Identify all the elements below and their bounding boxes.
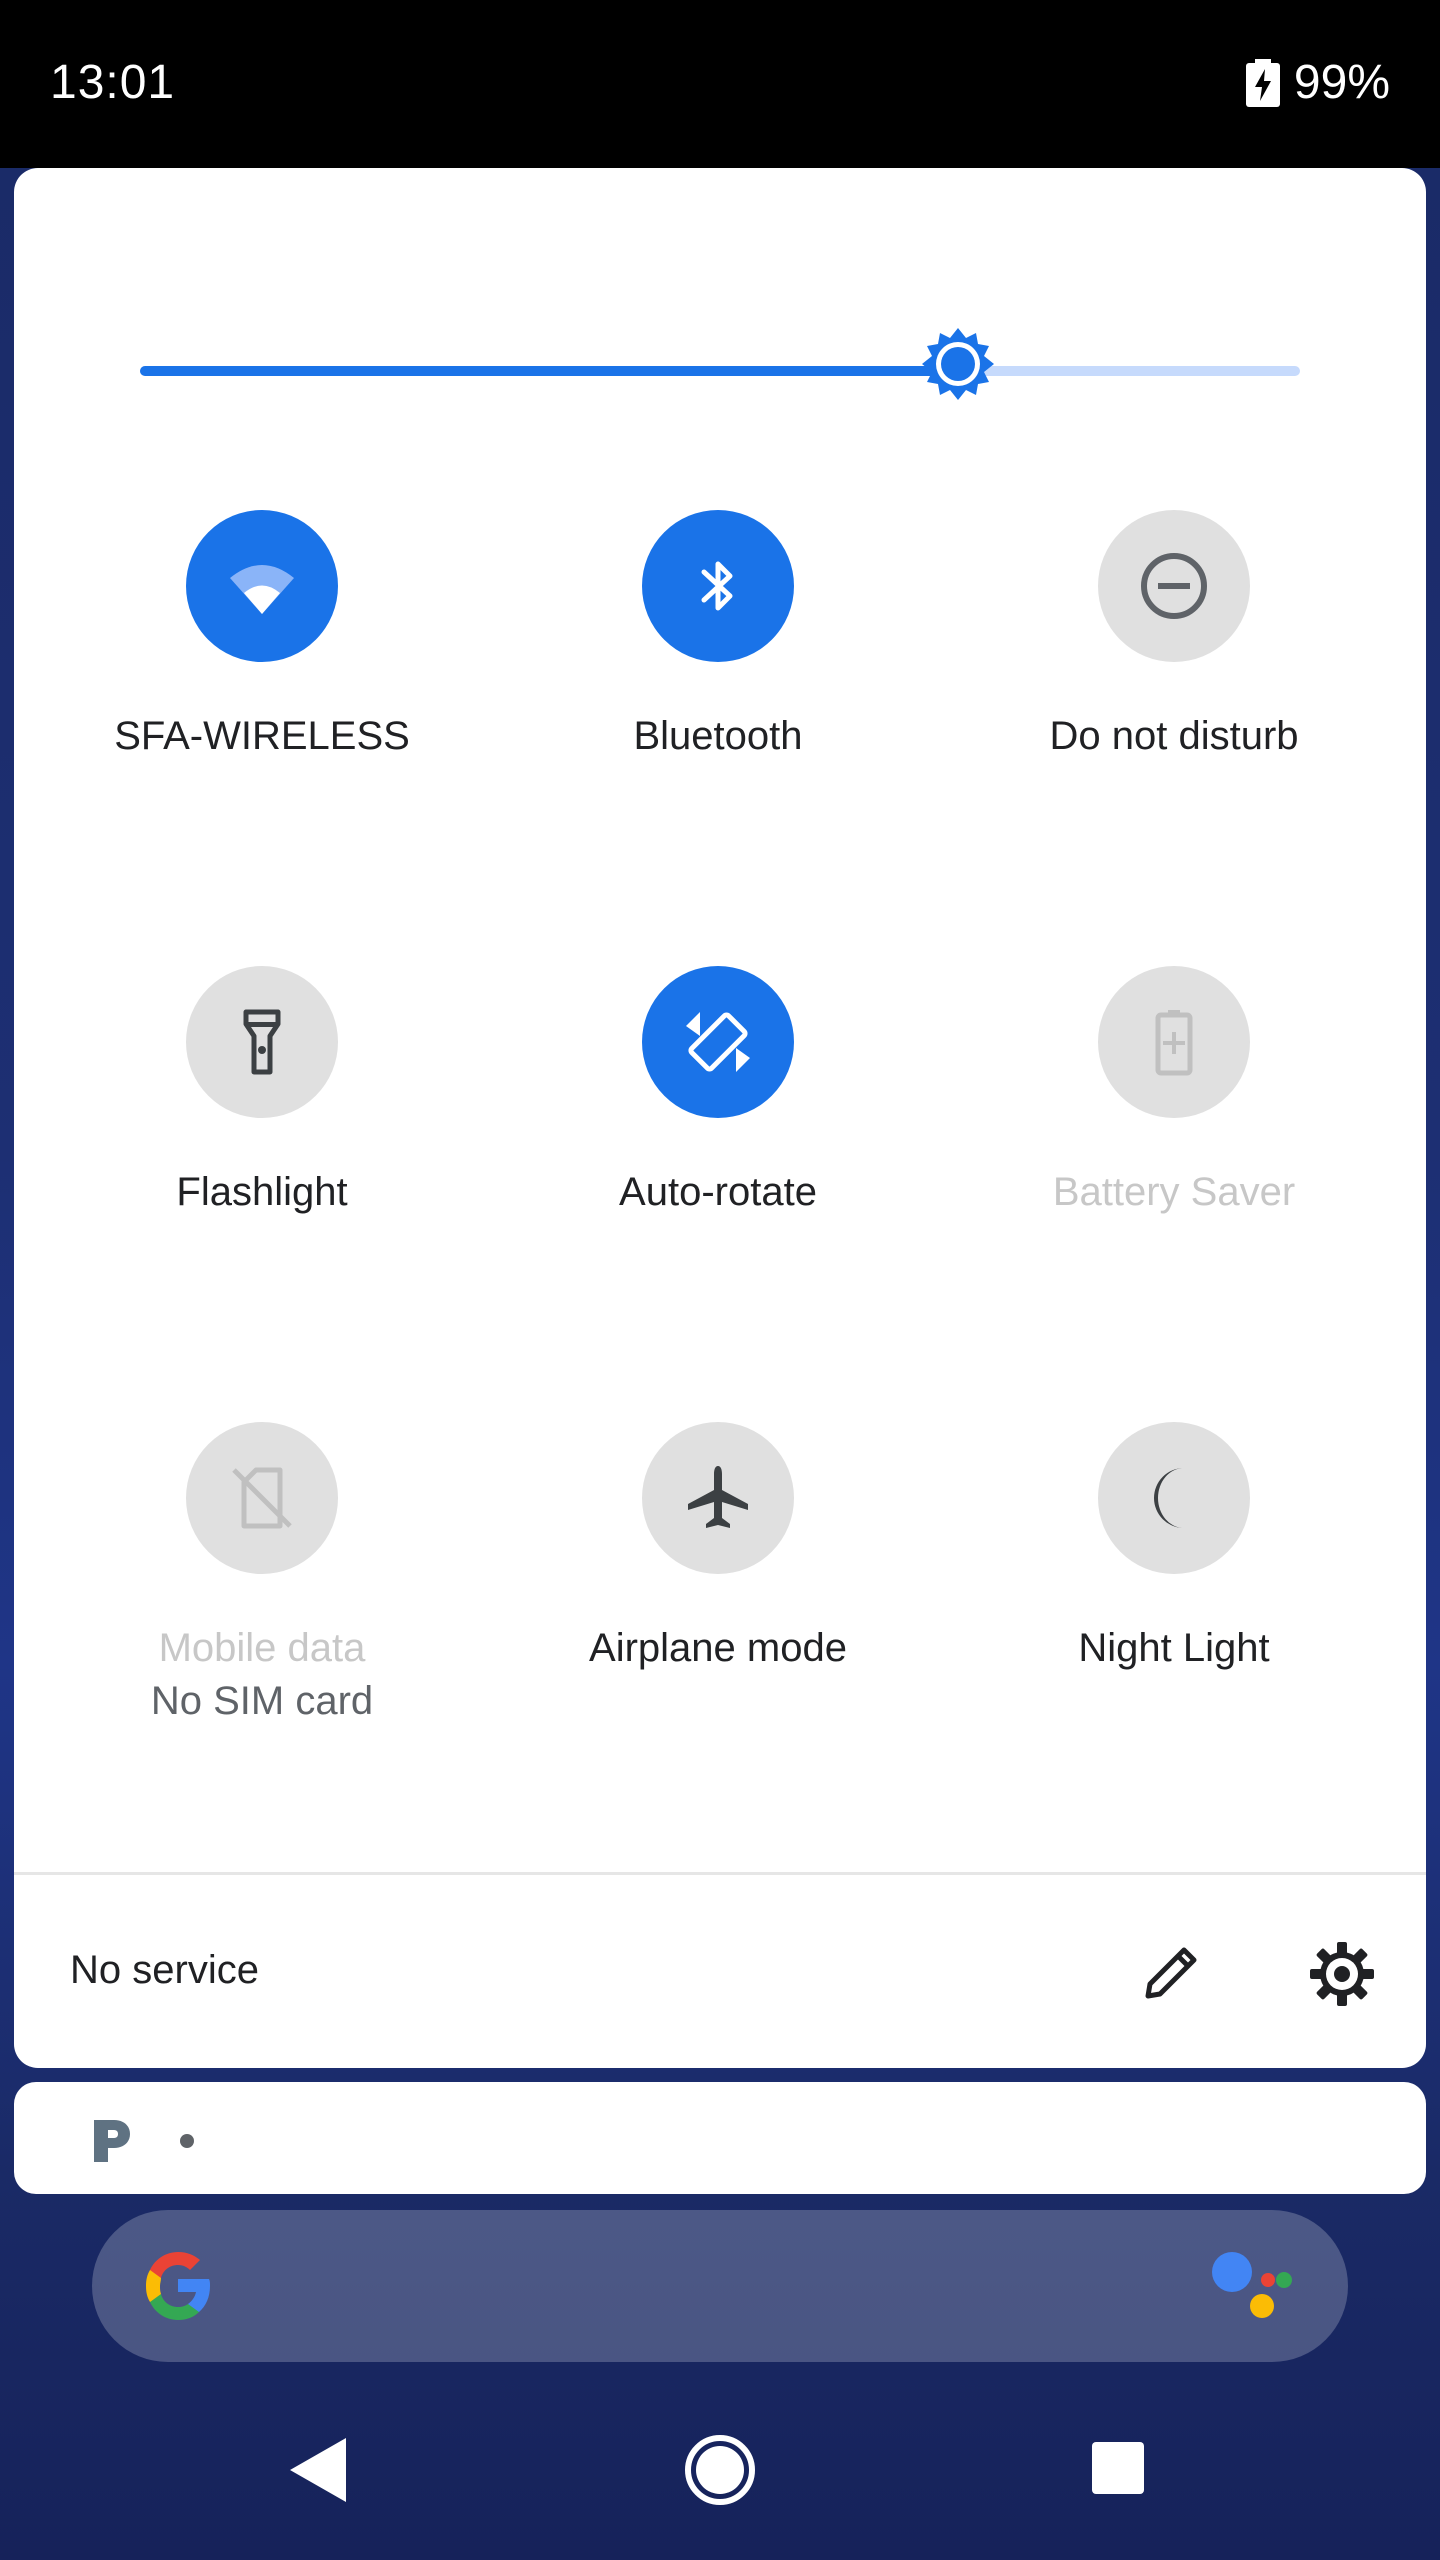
pencil-icon[interactable] xyxy=(1140,1940,1204,2004)
status-right: 99% xyxy=(1245,55,1390,110)
battery-saver-tile-button[interactable] xyxy=(1098,966,1250,1118)
gear-icon[interactable] xyxy=(1308,1940,1376,2008)
flashlight-tile-button[interactable] xyxy=(186,966,338,1118)
tile-label: Night Light xyxy=(1078,1626,1270,1670)
do-not-disturb-icon xyxy=(1141,553,1207,619)
bluetooth-tile-button[interactable] xyxy=(642,510,794,662)
mobile-data-tile-button[interactable] xyxy=(186,1422,338,1574)
tile-mobile-data[interactable]: Mobile data No SIM card xyxy=(42,1422,482,1742)
tile-label: SFA-WIRELESS xyxy=(114,714,410,758)
tile-label: Battery Saver xyxy=(1052,1170,1296,1214)
airplane-tile-button[interactable] xyxy=(642,1422,794,1574)
status-time: 13:01 xyxy=(50,56,176,109)
tile-bluetooth[interactable]: Bluetooth xyxy=(498,510,938,830)
tile-flashlight[interactable]: Flashlight xyxy=(42,966,482,1286)
battery-saver-icon xyxy=(1155,1010,1193,1076)
recents-icon[interactable] xyxy=(1090,2440,1146,2496)
battery-charging-icon xyxy=(1245,58,1280,107)
tile-sublabel: No SIM card xyxy=(150,1679,374,1723)
tile-night-light[interactable]: Night Light xyxy=(954,1422,1394,1742)
tile-label: Mobile data xyxy=(158,1626,366,1670)
wifi-icon xyxy=(230,565,294,614)
battery-percent: 99% xyxy=(1293,56,1390,109)
brightness-track-fill xyxy=(140,366,958,376)
brightness-slider[interactable] xyxy=(140,328,1300,400)
auto-rotate-tile-button[interactable] xyxy=(642,966,794,1118)
tile-label: Do not disturb xyxy=(1049,714,1299,758)
tile-wifi[interactable]: SFA-WIRELESS xyxy=(42,510,482,830)
google-search-bar[interactable] xyxy=(92,2210,1348,2362)
brightness-sun-icon[interactable] xyxy=(922,328,994,400)
navigation-bar xyxy=(0,2380,1440,2560)
tile-label: Bluetooth xyxy=(633,714,803,758)
notification-card[interactable] xyxy=(14,2082,1426,2194)
pandora-icon xyxy=(94,2120,130,2162)
notification-dot xyxy=(180,2134,194,2148)
google-assistant-icon xyxy=(1212,2252,1292,2318)
night-light-tile-button[interactable] xyxy=(1098,1422,1250,1574)
tile-battery-saver[interactable]: Battery Saver xyxy=(954,966,1394,1286)
flashlight-icon xyxy=(243,1009,281,1075)
tile-label: Airplane mode xyxy=(589,1626,847,1670)
home-icon[interactable] xyxy=(684,2434,756,2506)
tile-label: Flashlight xyxy=(176,1170,348,1214)
carrier-status: No service xyxy=(70,1948,259,1992)
tile-do-not-disturb[interactable]: Do not disturb xyxy=(954,510,1394,830)
dnd-tile-button[interactable] xyxy=(1098,510,1250,662)
airplane-icon xyxy=(688,1466,748,1528)
night-light-icon xyxy=(1154,1468,1184,1528)
status-bar: 13:01 99% xyxy=(0,0,1440,168)
wifi-tile-button[interactable] xyxy=(186,510,338,662)
tile-airplane-mode[interactable]: Airplane mode xyxy=(498,1422,938,1742)
tile-label: Auto-rotate xyxy=(619,1170,817,1214)
tile-auto-rotate[interactable]: Auto-rotate xyxy=(498,966,938,1286)
google-g-icon xyxy=(146,2252,210,2320)
auto-rotate-icon xyxy=(686,1012,750,1072)
bluetooth-icon xyxy=(701,561,733,611)
back-icon[interactable] xyxy=(286,2436,348,2504)
panel-divider xyxy=(14,1872,1426,1875)
mobile-data-off-icon xyxy=(232,1467,292,1529)
